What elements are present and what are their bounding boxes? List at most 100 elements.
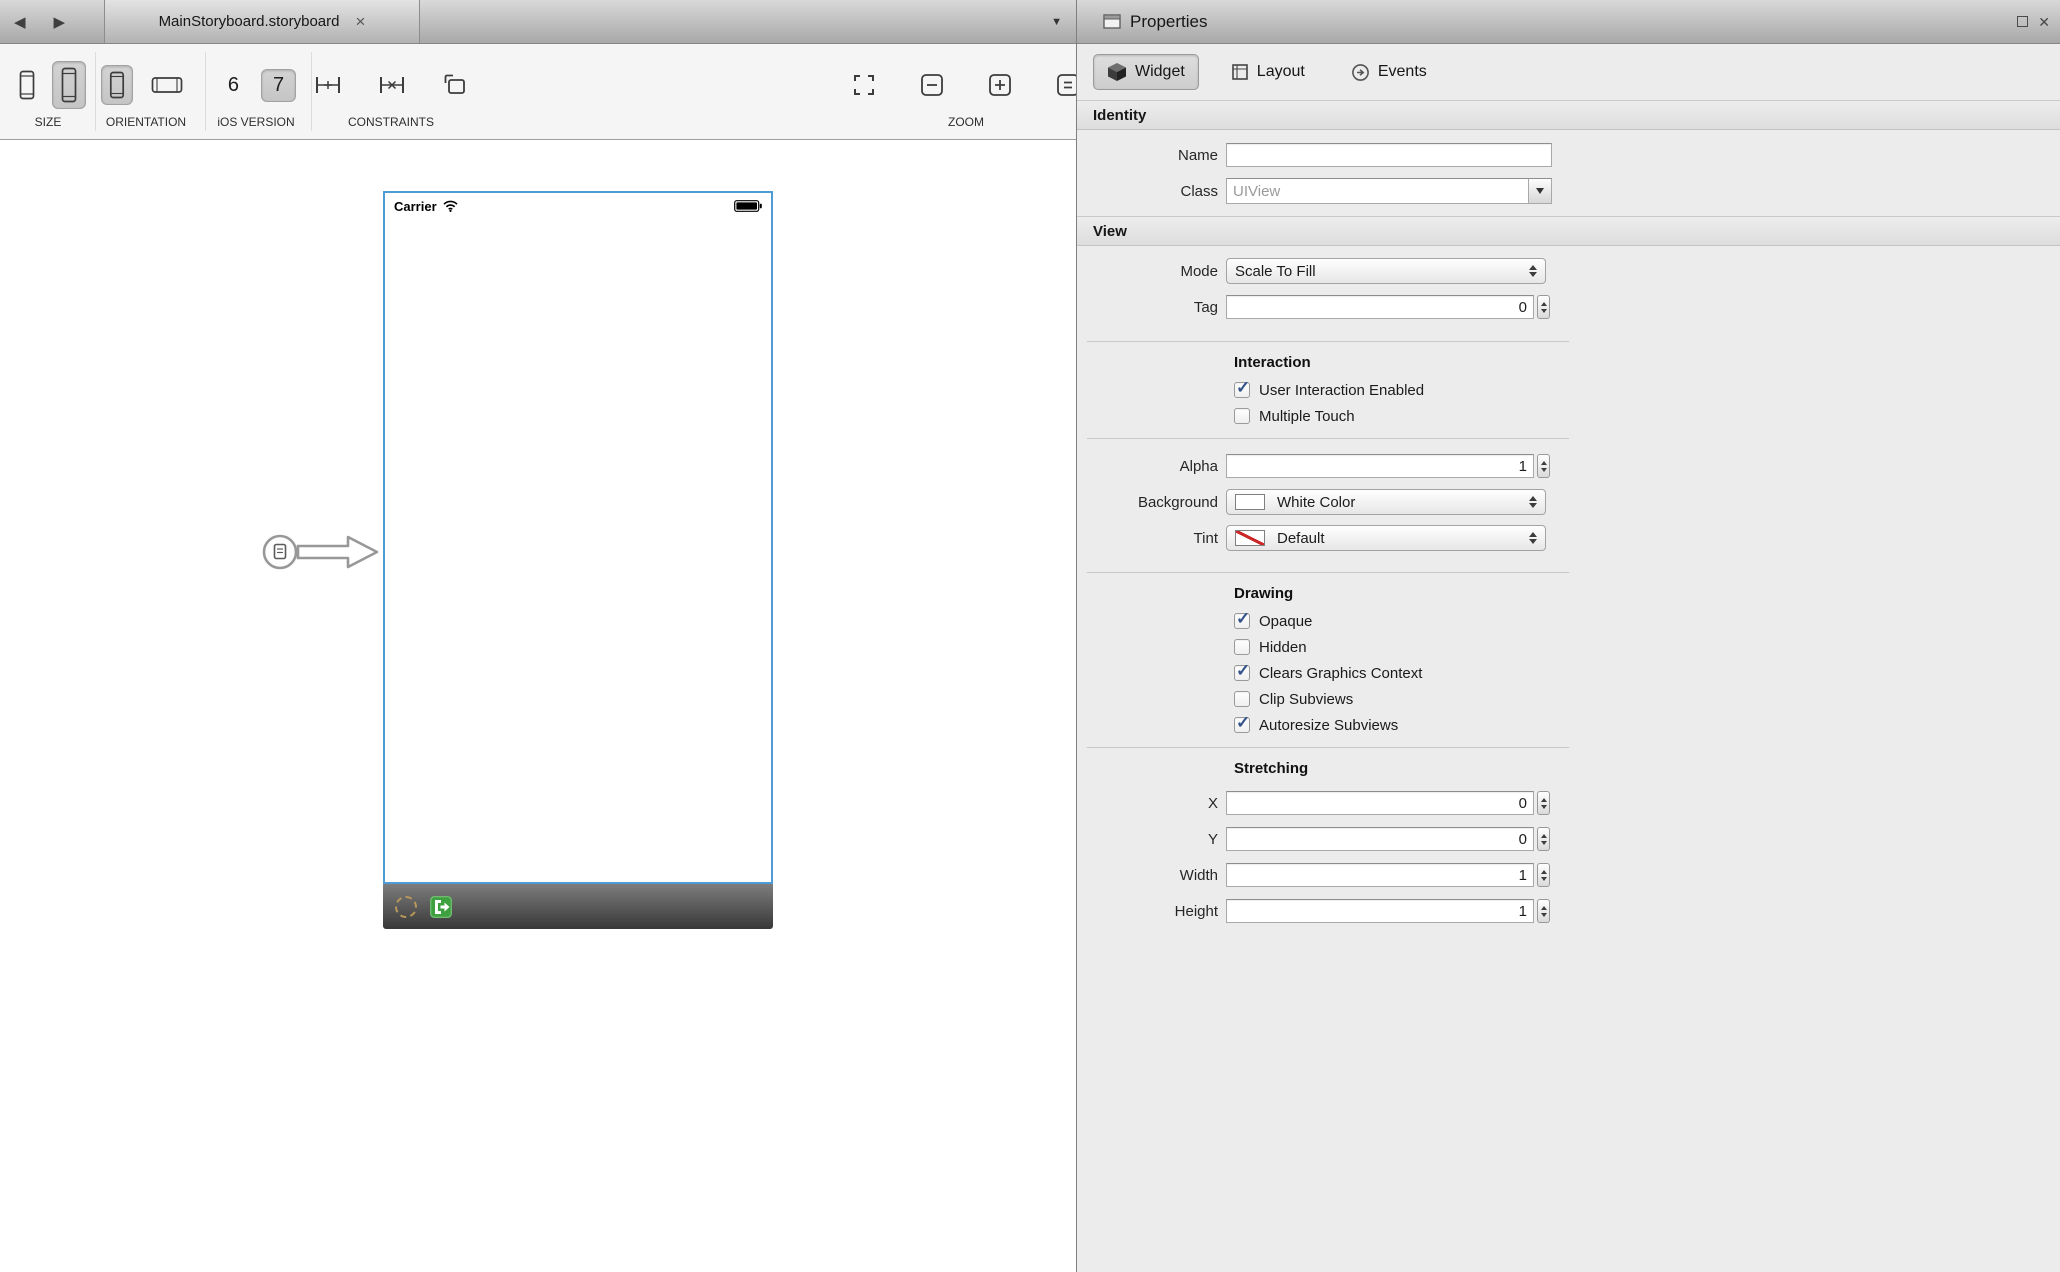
align-constraints-button[interactable] bbox=[307, 67, 349, 103]
zoom-group-label: ZOOM bbox=[948, 115, 984, 129]
storyboard-canvas[interactable]: Carrier bbox=[0, 141, 1076, 1272]
inspector-tab-bar: Widget Layout Events bbox=[1077, 44, 2060, 100]
stretch-width-label: Width bbox=[1077, 867, 1226, 884]
multiple-touch-checkbox[interactable] bbox=[1234, 408, 1250, 424]
autoresize-subviews-checkbox[interactable] bbox=[1234, 717, 1250, 733]
landscape-phone-icon bbox=[151, 76, 183, 94]
size-4-inch-button[interactable] bbox=[52, 61, 86, 109]
zoom-out-button[interactable] bbox=[912, 67, 952, 103]
stretch-width-field[interactable]: 1 bbox=[1226, 863, 1534, 887]
opaque-checkbox[interactable] bbox=[1234, 613, 1250, 629]
close-icon[interactable]: ✕ bbox=[2038, 15, 2050, 29]
size-group-label: SIZE bbox=[35, 115, 62, 129]
tab-mainstoryboard[interactable]: MainStoryboard.storyboard × bbox=[104, 0, 420, 43]
minimize-icon[interactable] bbox=[2017, 16, 2028, 27]
tag-value: 0 bbox=[1519, 299, 1527, 316]
clears-graphics-context-checkbox[interactable] bbox=[1234, 665, 1250, 681]
view-controller-root-view[interactable] bbox=[385, 219, 771, 880]
divider bbox=[1087, 341, 1569, 342]
toolbar-separator bbox=[205, 52, 206, 131]
tag-stepper[interactable] bbox=[1537, 295, 1550, 319]
stretch-y-row: Y 0 bbox=[1077, 821, 2060, 857]
pin-constraints-icon bbox=[379, 73, 405, 97]
background-popup[interactable]: White Color bbox=[1226, 489, 1546, 515]
class-dropdown-icon[interactable] bbox=[1528, 179, 1551, 203]
tag-row: Tag 0 bbox=[1077, 289, 2060, 325]
initial-view-controller-arrow[interactable] bbox=[260, 528, 382, 576]
zoom-out-icon bbox=[920, 73, 944, 97]
wifi-icon bbox=[443, 200, 458, 212]
class-combo[interactable]: UIView bbox=[1226, 178, 1552, 204]
zoom-to-fit-icon bbox=[852, 73, 876, 97]
hidden-checkbox[interactable] bbox=[1234, 639, 1250, 655]
view-controller[interactable]: Carrier bbox=[383, 191, 773, 884]
alpha-stepper[interactable] bbox=[1537, 454, 1550, 478]
checkbox-label: Multiple Touch bbox=[1259, 408, 1355, 425]
tab-close-icon[interactable]: × bbox=[356, 13, 366, 30]
stretch-height-stepper[interactable] bbox=[1537, 899, 1550, 923]
stretch-y-stepper[interactable] bbox=[1537, 827, 1550, 851]
section-view-header: View bbox=[1077, 216, 2060, 246]
class-row: Class UIView bbox=[1077, 173, 2060, 209]
size-group: SIZE bbox=[4, 44, 92, 139]
divider bbox=[1087, 572, 1569, 573]
mode-value: Scale To Fill bbox=[1235, 263, 1316, 280]
checkbox-row: Opaque bbox=[1234, 608, 2060, 634]
orientation-portrait-button[interactable] bbox=[101, 65, 133, 105]
tab-list-dropdown-icon[interactable]: ▼ bbox=[1051, 16, 1062, 28]
xcode-window: ◀ ▶ MainStoryboard.storyboard × ▼ bbox=[0, 0, 2060, 1272]
stretch-height-field[interactable]: 1 bbox=[1226, 899, 1534, 923]
stretch-x-value: 0 bbox=[1519, 795, 1527, 812]
history-nav: ◀ ▶ bbox=[14, 0, 65, 43]
zoom-to-fit-button[interactable] bbox=[844, 67, 884, 103]
forward-icon[interactable]: ▶ bbox=[54, 13, 66, 31]
first-responder-icon[interactable] bbox=[395, 896, 417, 918]
class-label: Class bbox=[1077, 183, 1226, 200]
exit-segue-icon[interactable] bbox=[430, 896, 452, 918]
size-3-5-inch-button[interactable] bbox=[10, 64, 44, 106]
stretch-y-field[interactable]: 0 bbox=[1226, 827, 1534, 851]
back-icon[interactable]: ◀ bbox=[14, 13, 26, 31]
background-row: Background White Color bbox=[1077, 484, 2060, 520]
background-label: Background bbox=[1077, 494, 1226, 511]
background-value: White Color bbox=[1277, 494, 1355, 511]
cube-icon bbox=[1107, 62, 1127, 82]
stretch-x-field[interactable]: 0 bbox=[1226, 791, 1534, 815]
ios-version-group-label: iOS VERSION bbox=[217, 115, 294, 129]
editor-toolbar: SIZE bbox=[0, 44, 1076, 140]
tab-events[interactable]: Events bbox=[1337, 55, 1441, 90]
tab-layout[interactable]: Layout bbox=[1217, 55, 1319, 89]
stretch-width-value: 1 bbox=[1519, 867, 1527, 884]
status-bar: Carrier bbox=[385, 193, 771, 219]
alpha-value: 1 bbox=[1519, 458, 1527, 475]
tab-widget[interactable]: Widget bbox=[1093, 54, 1199, 90]
stretch-x-stepper[interactable] bbox=[1537, 791, 1550, 815]
ios6-button[interactable]: 6 bbox=[216, 69, 251, 102]
divider bbox=[1087, 438, 1569, 439]
zoom-group: ZOOM bbox=[858, 44, 1074, 139]
stretch-height-label: Height bbox=[1077, 903, 1226, 920]
tab-title: MainStoryboard.storyboard bbox=[159, 13, 340, 30]
mode-popup[interactable]: Scale To Fill bbox=[1226, 258, 1546, 284]
tint-label: Tint bbox=[1077, 530, 1226, 547]
pin-constraints-button[interactable] bbox=[371, 67, 413, 103]
phone-4-icon bbox=[60, 67, 78, 103]
resolve-constraints-button[interactable] bbox=[435, 67, 475, 103]
tag-field[interactable]: 0 bbox=[1226, 295, 1534, 319]
orientation-landscape-button[interactable] bbox=[143, 70, 191, 100]
stretch-width-stepper[interactable] bbox=[1537, 863, 1550, 887]
checkbox-row: Clip Subviews bbox=[1234, 686, 2060, 712]
constraints-group-label: CONSTRAINTS bbox=[348, 115, 434, 129]
alpha-field[interactable]: 1 bbox=[1226, 454, 1534, 478]
user-interaction-enabled-checkbox[interactable] bbox=[1234, 382, 1250, 398]
checkbox-row: User Interaction Enabled bbox=[1234, 377, 2060, 403]
name-field[interactable] bbox=[1226, 143, 1552, 167]
panel-window-controls: ✕ bbox=[2017, 15, 2050, 29]
checkbox-row: Hidden bbox=[1234, 634, 2060, 660]
zoom-in-button[interactable] bbox=[980, 67, 1020, 103]
tab-events-label: Events bbox=[1378, 63, 1427, 81]
tint-popup[interactable]: Default bbox=[1226, 525, 1546, 551]
clip-subviews-checkbox[interactable] bbox=[1234, 691, 1250, 707]
phone-3-5-icon bbox=[18, 70, 36, 100]
ios7-button[interactable]: 7 bbox=[261, 69, 296, 102]
